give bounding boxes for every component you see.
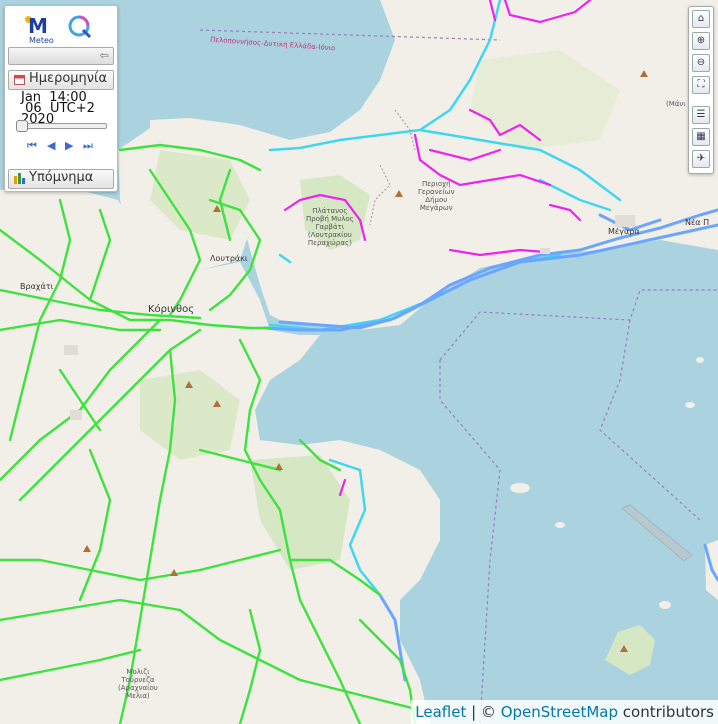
zoom-in-icon[interactable]: ⊕ [692,32,710,50]
calendar-icon [14,74,25,85]
meteo-logo[interactable]: M Meteo [25,14,61,45]
leaflet-link[interactable]: Leaflet [415,703,466,721]
layers-icon[interactable]: ☰ [692,106,710,124]
map-icon[interactable]: ▦ [692,128,710,146]
legend-button[interactable]: Υπόμνημα [8,169,114,189]
attribution-separator: | © [466,703,501,721]
islet-2 [659,601,671,609]
zoom-out-icon[interactable]: ⊖ [692,54,710,72]
islet-1 [510,483,530,493]
mani-label: (Μάνι [666,100,686,108]
islet-3 [555,522,565,528]
gerania-label: Περιοχή Γερανείων Δήμου Μεγάρων [418,180,455,212]
islet-4 [696,357,704,363]
q-logo[interactable] [67,14,93,40]
date-button[interactable]: Ημερομηνία [8,70,114,90]
arrow-left-icon: ⇦ [99,49,109,62]
playback-controls: ⏮ ◀ ▶ ⏭ [27,139,97,153]
map-toolbar: ⌂ ⊕ ⊖ ⛶ ☰ ▦ ✈ [688,6,714,174]
date-display: Jan 14:00 06 UTC+2 2020 [21,91,117,126]
time-slider[interactable] [16,120,107,132]
home-icon[interactable]: ⌂ [692,10,710,28]
attribution: Leaflet | © OpenStreetMap contributors [411,700,718,724]
osm-link[interactable]: OpenStreetMap [501,703,618,721]
loutraki-label: Λουτράκι [210,254,248,263]
play-icon[interactable]: ▶ [65,139,73,152]
time-slider-handle[interactable] [16,120,28,132]
step-back-icon[interactable]: ◀ [47,139,55,152]
fast-forward-icon[interactable]: ⏭ [83,139,93,153]
meteo-logo-text: Meteo [29,36,54,45]
platanos-label: Πλάτανος Προβή Μυλος Γαρβάτι (Λουτρακίου Περ… [306,207,354,247]
fullscreen-icon[interactable]: ⛶ [692,76,710,94]
legend-icon [14,173,25,184]
runner-icon[interactable]: ✈ [692,150,710,168]
korinthos-label: Κόρινθος [148,304,195,315]
vrahati-label: Βραχάτι [20,282,54,291]
collapse-bar[interactable]: ⇦ [8,47,114,65]
nea-peramos-label: Νέα Π [685,218,710,227]
control-panel: M Meteo ⇦ Ημερομηνία Jan 14:00 06 UTC+2 … [4,5,118,192]
rewind-icon[interactable]: ⏮ [27,139,37,153]
islet-5 [685,402,695,408]
attribution-suffix: contributors [618,703,714,721]
date-button-label: Ημερομηνία [29,71,108,86]
megara-label: Μέγαρα [608,227,640,236]
molizi-label: Μολιζι Τούρνεζα (Αραχναίου Μελια) [118,668,158,700]
legend-button-label: Υπόμνημα [29,170,94,185]
